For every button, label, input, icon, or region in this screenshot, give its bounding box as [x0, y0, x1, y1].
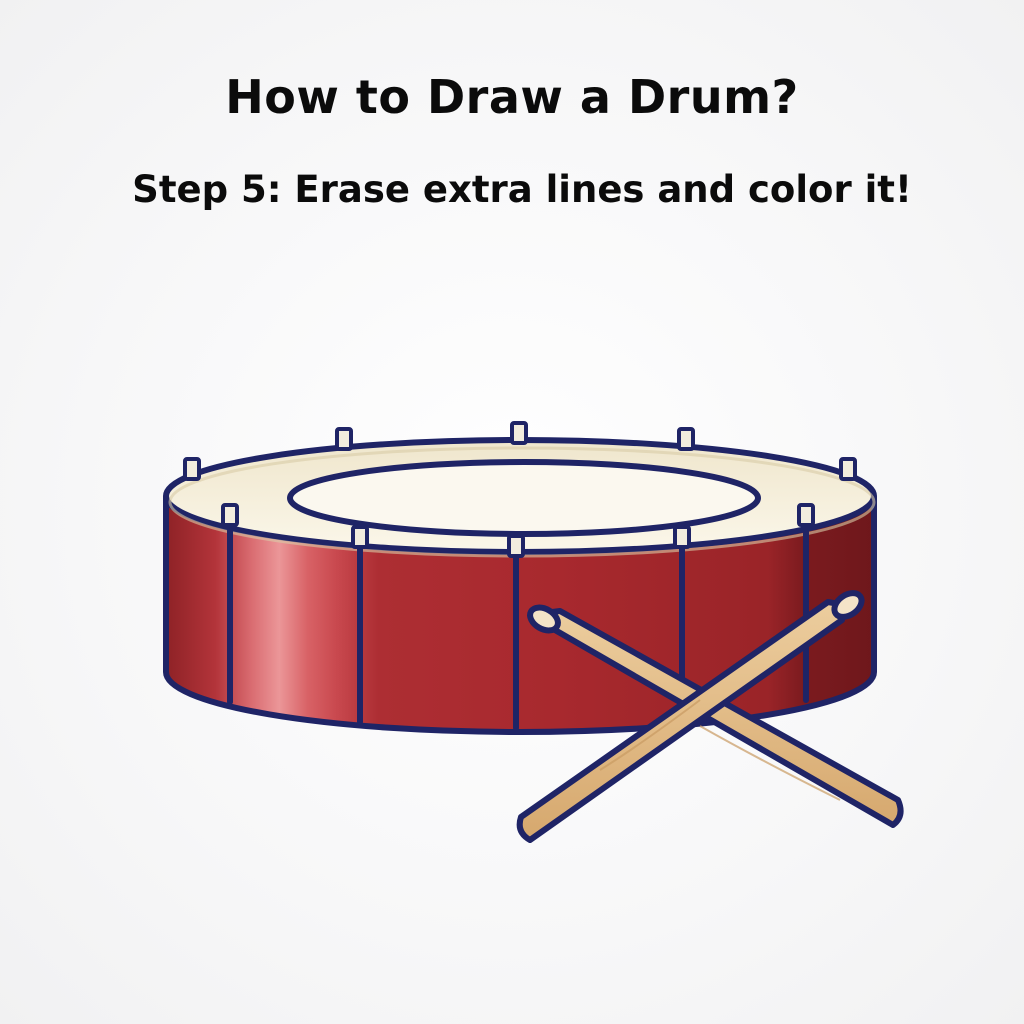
page: How to Draw a Drum? Step 5: Erase extra … [0, 0, 1024, 1024]
drum-illustration [163, 421, 904, 843]
drumhead-inner-ring [287, 459, 761, 537]
